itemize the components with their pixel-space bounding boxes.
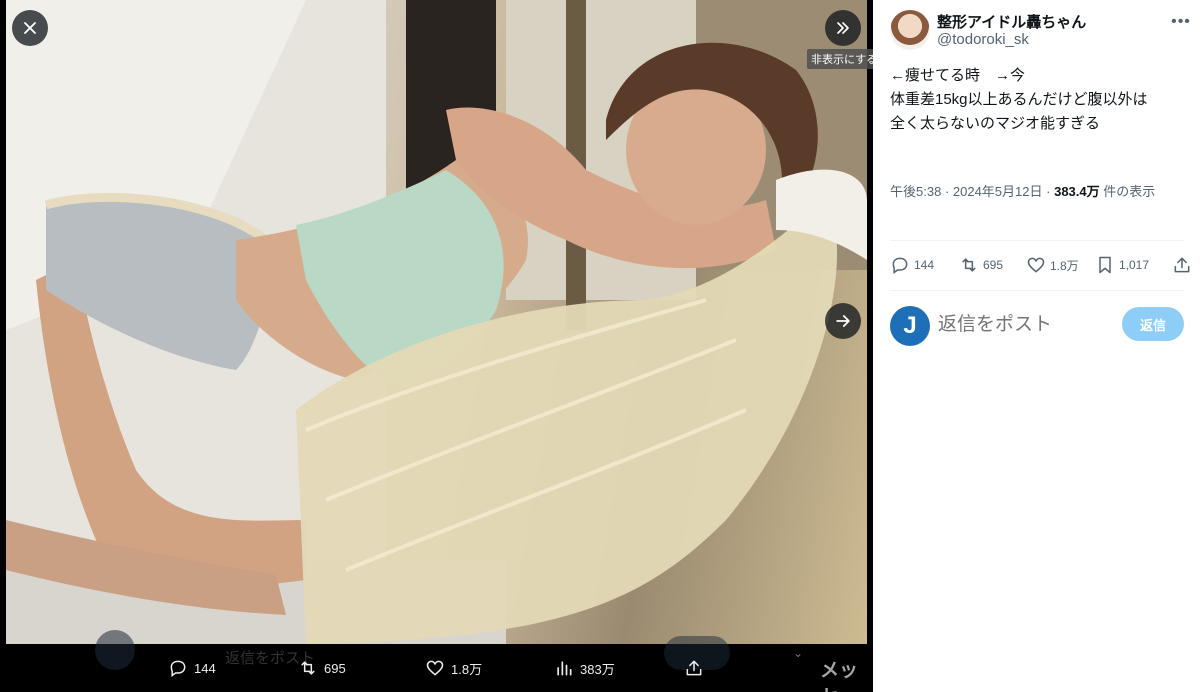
media-views-count: 383万 bbox=[580, 661, 615, 677]
share-icon bbox=[1174, 257, 1190, 273]
tweet-panel: 整形アイドル轟ちゃん @todoroki_sk ••• ←痩せてる時 →今 体重… bbox=[873, 0, 1200, 692]
arrow-right-icon bbox=[836, 315, 850, 327]
media-reply-count: 144 bbox=[194, 660, 216, 676]
repost-button[interactable]: 695 bbox=[959, 253, 1003, 277]
views-icon bbox=[557, 661, 572, 676]
media-share-button[interactable] bbox=[684, 652, 704, 684]
tweet-date[interactable]: 2024年5月12日 bbox=[953, 184, 1043, 199]
tweet-line: 体重差15kg以上あるんだけど腹以外は bbox=[890, 91, 1148, 108]
media-actions: 144 695 1.8万 383万 bbox=[0, 652, 873, 684]
more-options-button[interactable]: ••• bbox=[1169, 12, 1193, 32]
media-reply-button[interactable]: 144 bbox=[168, 652, 216, 684]
close-icon bbox=[24, 22, 36, 34]
repost-icon bbox=[962, 258, 976, 272]
media-repost-count: 695 bbox=[324, 660, 346, 676]
like-icon bbox=[426, 660, 444, 676]
divider bbox=[890, 290, 1185, 291]
close-button[interactable] bbox=[12, 10, 48, 46]
hide-panel-tooltip: 非表示にする bbox=[807, 49, 873, 69]
reply-count: 144 bbox=[914, 258, 935, 272]
author-handle[interactable]: @todoroki_sk bbox=[937, 31, 1029, 48]
more-icon: ••• bbox=[1171, 13, 1191, 30]
media-repost-button[interactable]: 695 bbox=[298, 652, 346, 684]
bookmark-icon bbox=[1099, 256, 1111, 274]
tweet-metadata: 午後5:38 · 2024年5月12日 · 383.4万 件の表示 bbox=[890, 184, 1156, 199]
bookmark-button[interactable]: 1,017 bbox=[1095, 253, 1149, 277]
like-icon bbox=[1027, 257, 1045, 273]
reply-submit-button[interactable]: 返信 bbox=[1122, 307, 1184, 341]
author-display-name[interactable]: 整形アイドル轟ちゃん bbox=[937, 11, 1086, 32]
tweet-line: 全く太らないのマジオ能すぎる bbox=[890, 115, 1101, 132]
share-button[interactable] bbox=[1172, 253, 1192, 277]
bookmark-count: 1,017 bbox=[1119, 258, 1150, 272]
media-like-count: 1.8万 bbox=[451, 661, 483, 677]
share-icon bbox=[686, 660, 702, 676]
double-chevron-right-icon bbox=[837, 22, 849, 34]
author-avatar[interactable] bbox=[890, 10, 930, 50]
like-count: 1.8万 bbox=[1050, 258, 1079, 273]
next-image-button[interactable] bbox=[825, 303, 861, 339]
reply-icon bbox=[170, 660, 186, 677]
reply-icon bbox=[892, 257, 908, 274]
current-user-avatar[interactable]: J bbox=[890, 306, 930, 346]
tweet-views-label: 件の表示 bbox=[1103, 184, 1156, 199]
tweet-time[interactable]: 午後5:38 bbox=[890, 184, 941, 199]
media-viewer: 非表示にする 返信をポスト ⌄ メッセ 144 695 1.8万 383万 bbox=[0, 0, 873, 692]
tweet-photo[interactable] bbox=[6, 0, 867, 644]
reply-button[interactable]: 144 bbox=[890, 253, 934, 277]
tweet-text: ←痩せてる時 →今 体重差15kg以上あるんだけど腹以外は 全く太らないのマジオ… bbox=[890, 64, 1190, 136]
reply-input[interactable] bbox=[938, 308, 1118, 342]
divider bbox=[890, 240, 1185, 241]
repost-icon bbox=[301, 661, 315, 675]
tweet-line: ←痩せてる時 →今 bbox=[890, 67, 1026, 84]
media-views-button[interactable]: 383万 bbox=[554, 652, 615, 684]
repost-count: 695 bbox=[983, 258, 1004, 272]
tweet-actions: 144 695 1.8万 1,017 bbox=[890, 253, 1190, 277]
tweet-views-count: 383.4万 bbox=[1054, 184, 1100, 199]
media-like-button[interactable]: 1.8万 bbox=[425, 652, 482, 684]
hide-panel-button[interactable] bbox=[825, 10, 861, 46]
like-button[interactable]: 1.8万 bbox=[1026, 253, 1079, 277]
